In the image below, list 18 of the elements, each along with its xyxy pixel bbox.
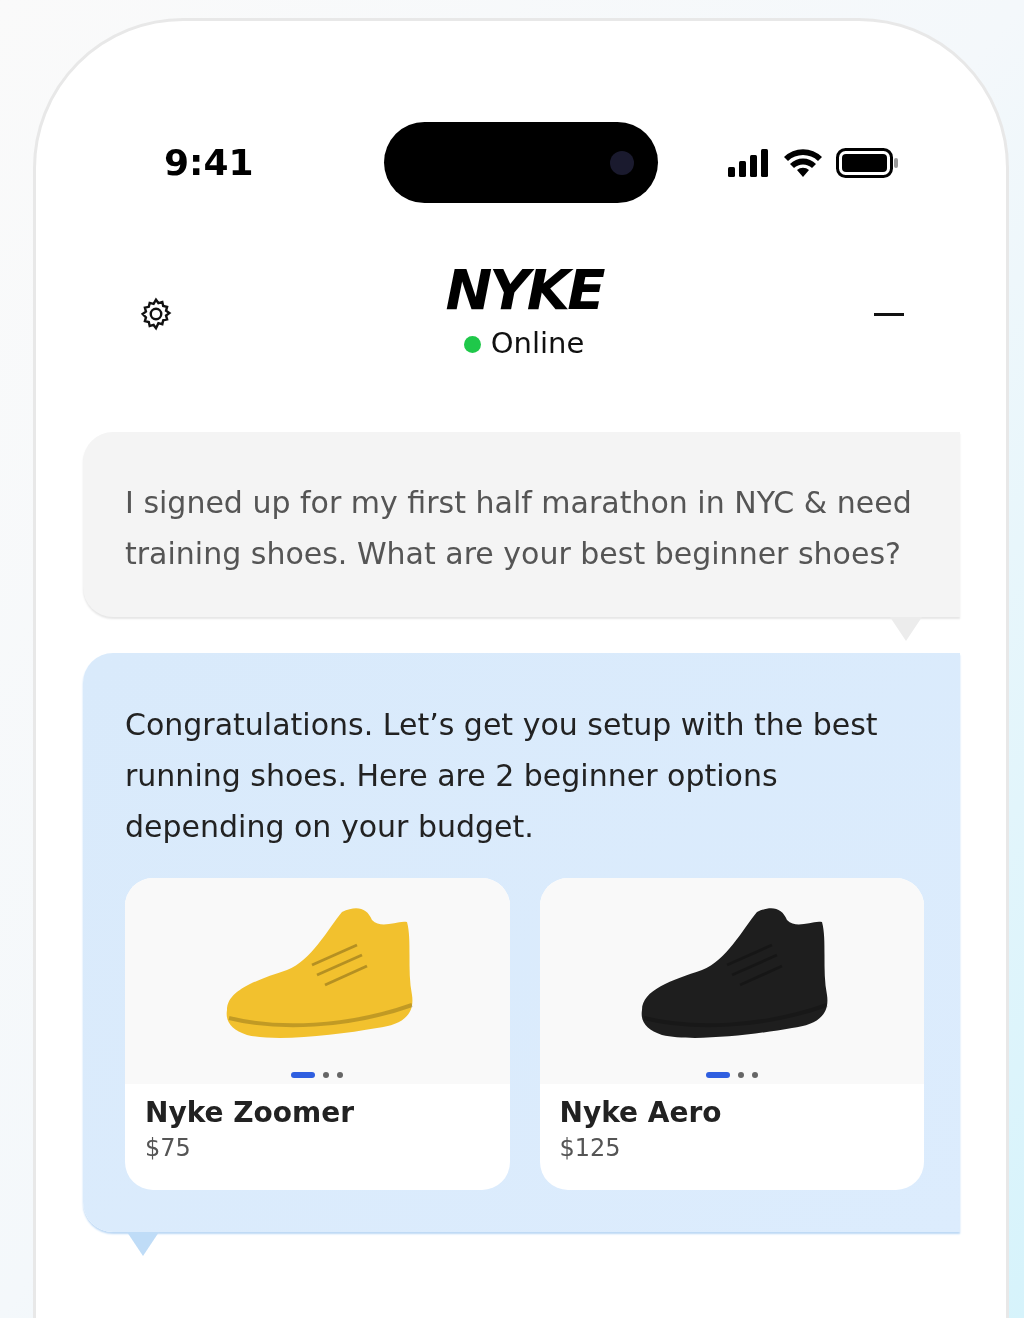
battery-icon (836, 147, 898, 178)
product-price: $125 (559, 1133, 622, 1164)
signal-icon (728, 148, 770, 177)
camera-icon (610, 150, 634, 175)
product-card[interactable]: Nyke Aero $125 (539, 878, 924, 1190)
wifi-icon (784, 148, 822, 177)
status-label: Online (490, 325, 585, 363)
bubble-tail (127, 1232, 159, 1256)
brand-logo: NYKE (445, 262, 603, 319)
product-price: $75 (145, 1133, 192, 1164)
minimize-icon[interactable] (874, 312, 904, 316)
settings-icon[interactable] (138, 296, 174, 332)
user-message-text: I signed up for my first half marathon in NYC & need training shoes. What are your best beginner shoes? (125, 484, 913, 573)
product-name: Nyke Aero (559, 1095, 723, 1131)
product-card[interactable]: Nyke Zoomer $75 (125, 878, 510, 1190)
product-name: Nyke Zoomer (145, 1095, 356, 1131)
bot-message-text: Congratulations. Let’s get you setup with the best running shoes. Here are 2 beginner options depending on your budget. (125, 706, 879, 846)
status-time: 9:41 (164, 140, 255, 185)
